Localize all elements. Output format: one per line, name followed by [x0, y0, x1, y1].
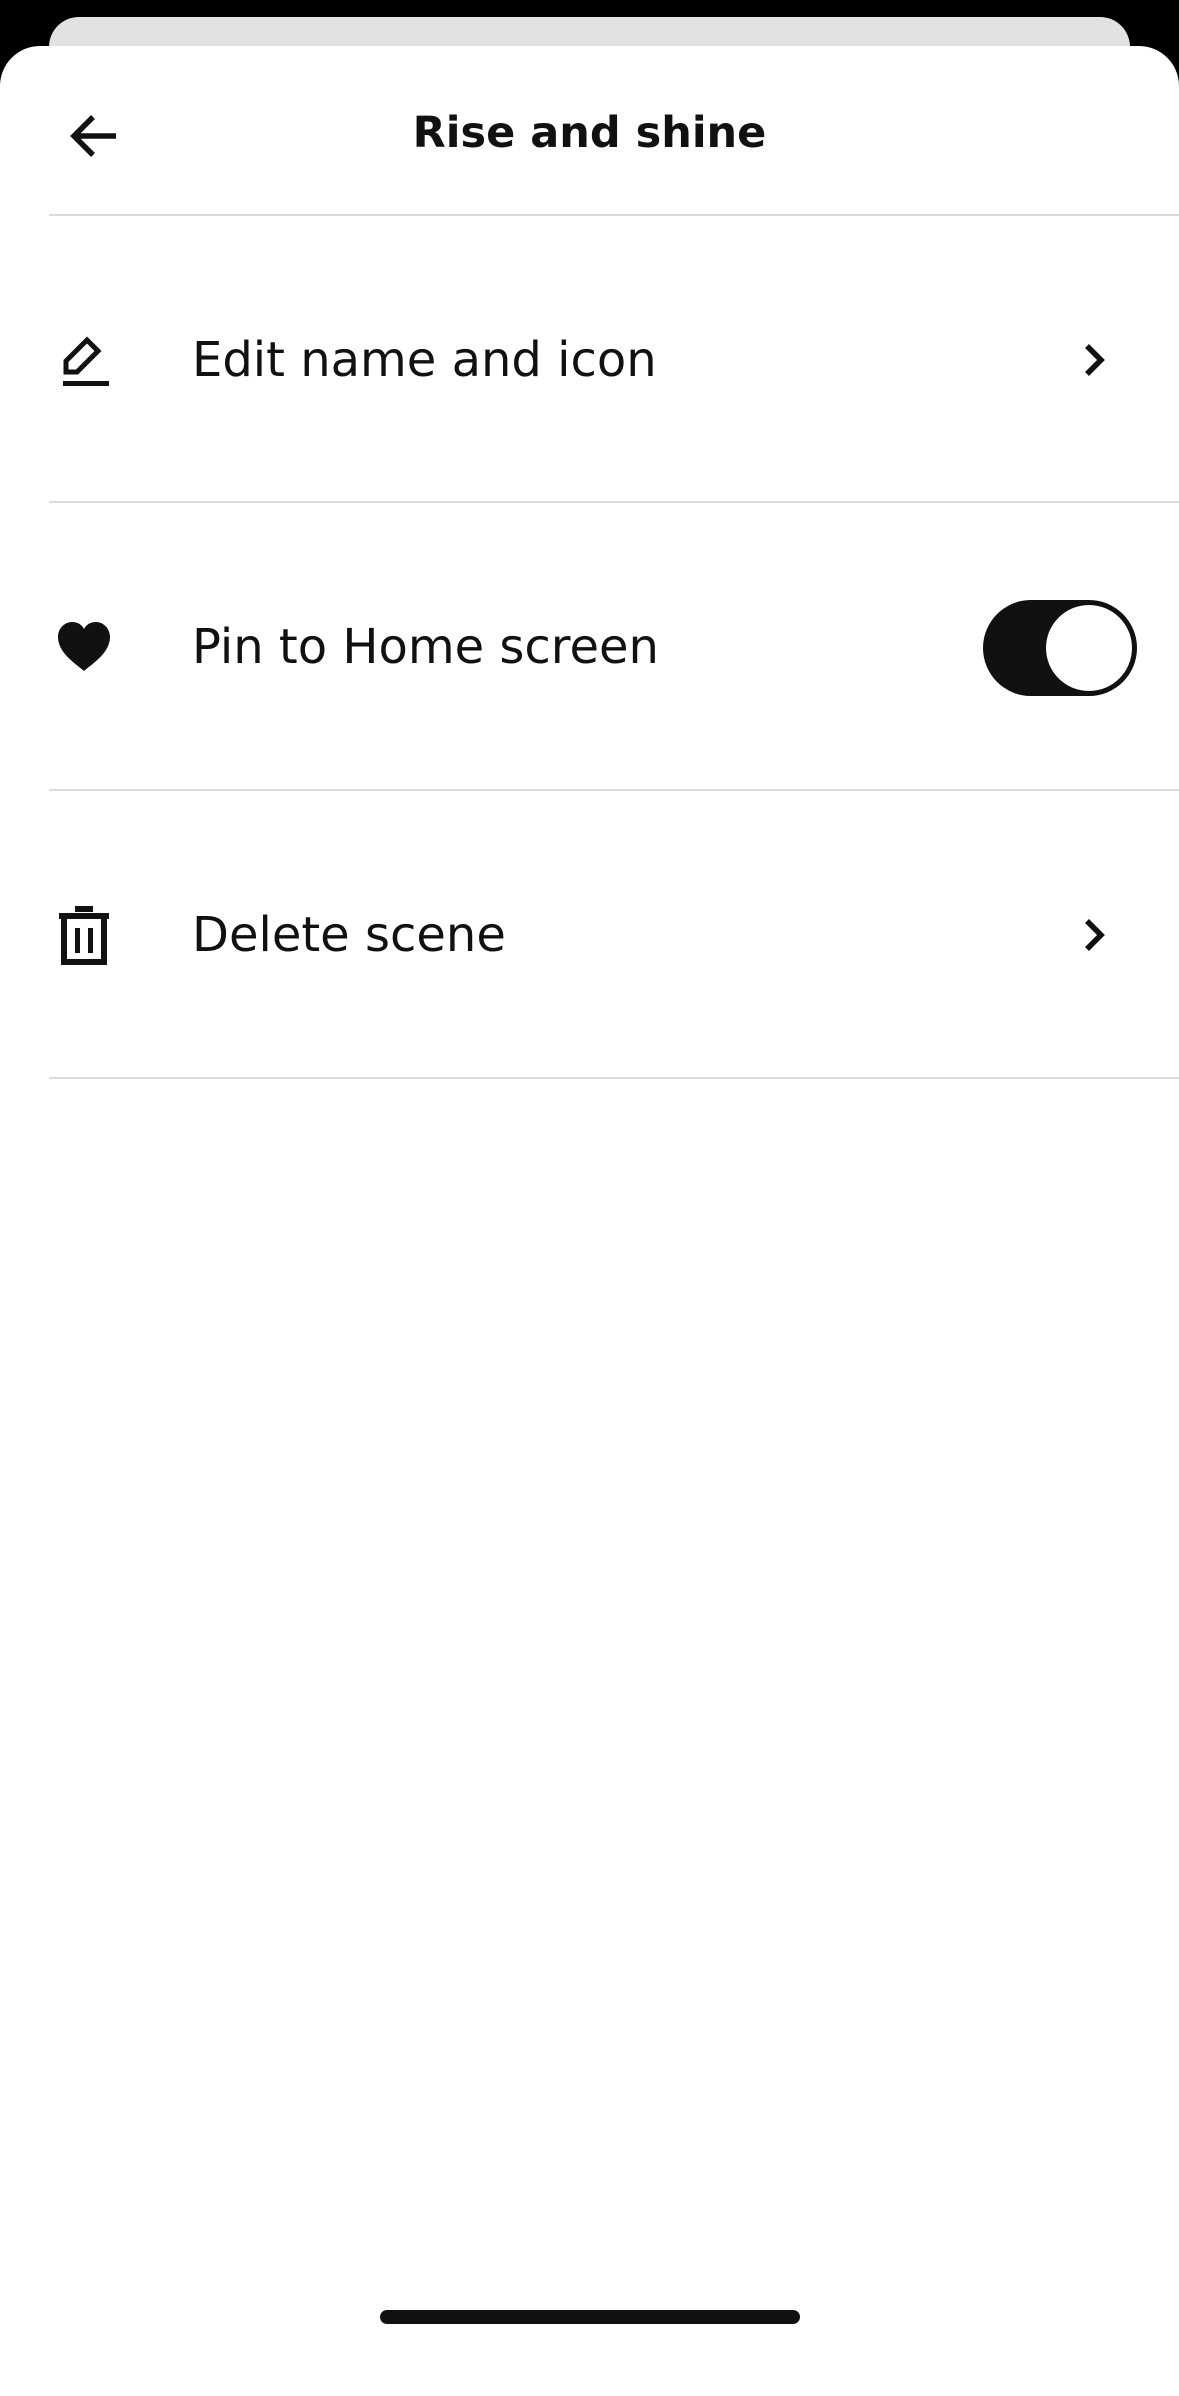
row-label: Pin to Home screen — [192, 619, 659, 675]
edit-name-and-icon-row[interactable]: Edit name and icon — [0, 216, 1179, 502]
home-indicator[interactable] — [380, 2310, 800, 2324]
chevron-right-icon — [1070, 328, 1118, 392]
scene-settings-sheet: Rise and shine Edit name and icon Pin to… — [0, 46, 1179, 2396]
row-label: Delete scene — [192, 907, 506, 963]
header: Rise and shine — [0, 46, 1179, 214]
pencil-edit-icon — [50, 326, 118, 394]
pin-to-home-toggle[interactable] — [983, 600, 1137, 696]
delete-scene-row[interactable]: Delete scene — [0, 791, 1179, 1077]
toggle-knob — [1046, 605, 1132, 691]
trash-icon — [50, 901, 118, 969]
row-divider — [49, 1077, 1179, 1079]
heart-icon — [50, 613, 118, 681]
page-title: Rise and shine — [412, 108, 767, 158]
chevron-right-icon — [1070, 903, 1118, 967]
row-label: Edit name and icon — [192, 332, 657, 388]
